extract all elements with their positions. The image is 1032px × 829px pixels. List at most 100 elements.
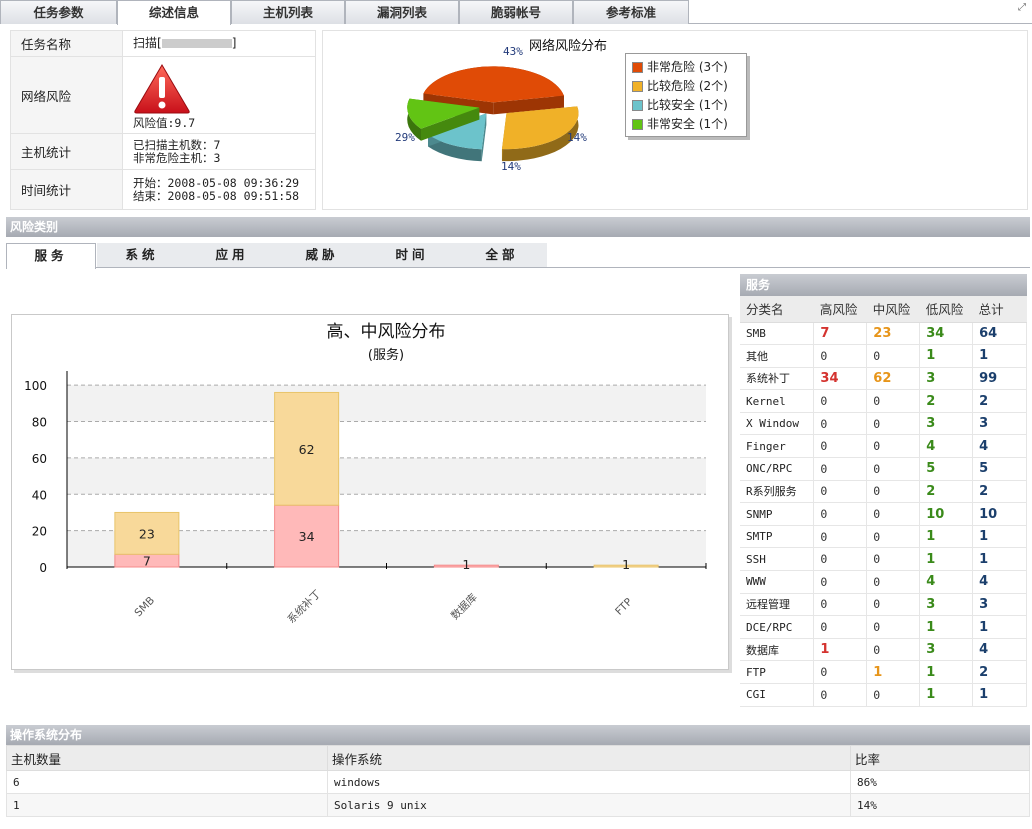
tab-task-params[interactable]: 任务参数 bbox=[0, 0, 117, 24]
high-count: 1 bbox=[813, 638, 868, 662]
service-row: Finger 0 0 4 4 bbox=[740, 434, 1027, 459]
service-name: CGI bbox=[740, 683, 815, 707]
legend-swatch bbox=[632, 119, 643, 130]
medium-count: 0 bbox=[866, 434, 921, 459]
tab-weak-accounts[interactable]: 脆弱帐号 bbox=[459, 0, 573, 24]
service-table-header: 分类名 高风险 中风险 低风险 总计 bbox=[740, 296, 1027, 323]
col-low: 低风险 bbox=[919, 296, 973, 323]
total-count: 2 bbox=[972, 389, 1027, 413]
high-count: 0 bbox=[813, 593, 868, 617]
os-distribution-header: 操作系统分布 bbox=[6, 725, 1030, 745]
subtab-all[interactable]: 全部 bbox=[457, 243, 547, 267]
subtab-threat[interactable]: 威胁 bbox=[277, 243, 367, 267]
low-count: 4 bbox=[919, 434, 974, 459]
low-count: 1 bbox=[919, 344, 974, 368]
high-count: 0 bbox=[813, 434, 868, 459]
medium-count: 0 bbox=[866, 389, 921, 413]
low-count: 3 bbox=[919, 412, 974, 436]
service-row: 数据库 1 0 3 4 bbox=[740, 638, 1027, 662]
low-count: 2 bbox=[919, 480, 974, 504]
service-name: ONC/RPC bbox=[740, 457, 815, 481]
high-count: 0 bbox=[813, 412, 868, 436]
subtab-system[interactable]: 系统 bbox=[97, 243, 187, 267]
y-tick-label: 20 bbox=[32, 525, 47, 539]
col-category: 分类名 bbox=[740, 296, 814, 323]
high-count: 0 bbox=[813, 615, 868, 639]
y-tick-label: 40 bbox=[32, 488, 47, 502]
legend-label: 非常危险 (3个) bbox=[647, 60, 728, 74]
service-name: 其他 bbox=[740, 344, 815, 368]
legend-label: 比较安全 (1个) bbox=[647, 98, 728, 112]
low-count: 2 bbox=[919, 389, 974, 413]
low-count: 5 bbox=[919, 457, 974, 481]
risk-sub-tabs: 服务 系统 应用 威胁 时间 全部 bbox=[6, 243, 1030, 269]
service-name: SMB bbox=[740, 322, 815, 346]
os-name: windows bbox=[327, 770, 851, 794]
expand-icon[interactable]: ⤢ bbox=[1018, 2, 1028, 14]
legend-swatch bbox=[632, 100, 643, 111]
service-name: SNMP bbox=[740, 502, 815, 526]
warning-icon bbox=[134, 63, 190, 113]
risk-bar-chart: 高、中风险分布 (服务) 0 20 40 60 80 100 7 23 SMB 34 62 系统补丁 1 数据… bbox=[24, 322, 707, 626]
high-count: 0 bbox=[813, 502, 868, 526]
service-name: Finger bbox=[740, 434, 815, 459]
high-count: 0 bbox=[813, 457, 868, 481]
bar-chart-title: 高、中风险分布 bbox=[327, 322, 446, 342]
high-count: 7 bbox=[813, 322, 868, 346]
time-end: 结束：2008-05-08 09:51:58 bbox=[133, 188, 300, 203]
col-host-count: 主机数量 bbox=[6, 745, 328, 771]
subtab-service[interactable]: 服务 bbox=[6, 243, 96, 269]
y-tick-label: 100 bbox=[24, 379, 47, 393]
legend-item: 非常安全 (1个) bbox=[632, 115, 740, 134]
task-name-prefix: 扫描[ bbox=[133, 36, 162, 50]
medium-count: 0 bbox=[866, 502, 921, 526]
high-count: 0 bbox=[813, 570, 868, 594]
redacted-mask bbox=[161, 39, 232, 48]
total-count: 4 bbox=[972, 570, 1027, 594]
high-count: 0 bbox=[813, 344, 868, 368]
tab-host-list[interactable]: 主机列表 bbox=[231, 0, 345, 24]
tab-vuln-list[interactable]: 漏洞列表 bbox=[345, 0, 459, 24]
y-tick-label: 0 bbox=[39, 561, 47, 575]
low-count: 4 bbox=[919, 570, 974, 594]
service-name: SSH bbox=[740, 547, 815, 572]
service-row: 远程管理 0 0 3 3 bbox=[740, 593, 1027, 617]
total-count: 2 bbox=[972, 480, 1027, 504]
col-high: 高风险 bbox=[813, 296, 867, 323]
x-category-label: FTP bbox=[613, 596, 635, 618]
risk-label: 网络风险 bbox=[10, 56, 123, 134]
x-category-label: 系统补丁 bbox=[285, 587, 324, 626]
pie-legend: 非常危险 (3个) 比较危险 (2个) 比较安全 (1个) 非常安全 (1个) bbox=[625, 53, 747, 137]
subtab-time[interactable]: 时间 bbox=[367, 243, 457, 267]
pie-value-label: 14% bbox=[501, 160, 521, 173]
medium-count: 62 bbox=[866, 367, 921, 391]
total-count: 2 bbox=[972, 660, 1027, 684]
os-name: Solaris 9 unix bbox=[327, 793, 851, 817]
service-row: SMB 7 23 34 64 bbox=[740, 322, 1027, 346]
x-category-label: SMB bbox=[132, 595, 157, 620]
service-row: FTP 0 1 1 2 bbox=[740, 660, 1027, 684]
subtab-application[interactable]: 应用 bbox=[187, 243, 277, 267]
hosts-scanned: 已扫描主机数：7 bbox=[133, 137, 221, 152]
task-name-value: 扫描[] bbox=[122, 30, 316, 57]
service-row: 系统补丁 34 62 3 99 bbox=[740, 367, 1027, 391]
bar-value-label: 1 bbox=[462, 557, 470, 572]
service-name: SMTP bbox=[740, 525, 815, 549]
tab-summary[interactable]: 综述信息 bbox=[117, 0, 231, 25]
time-stats-label: 时间统计 bbox=[10, 169, 123, 210]
low-count: 1 bbox=[919, 525, 974, 549]
legend-swatch bbox=[632, 81, 643, 92]
service-name: Kernel bbox=[740, 389, 815, 413]
time-stats-cell: 开始：2008-05-08 09:36:29 结束：2008-05-08 09:… bbox=[122, 169, 316, 210]
col-os: 操作系统 bbox=[327, 745, 851, 771]
total-count: 10 bbox=[972, 502, 1027, 526]
total-count: 99 bbox=[972, 367, 1027, 391]
low-count: 1 bbox=[919, 660, 974, 684]
os-table-header: 主机数量 操作系统 比率 bbox=[6, 745, 1030, 771]
tab-reference[interactable]: 参考标准 bbox=[573, 0, 689, 24]
legend-label: 比较危险 (2个) bbox=[647, 79, 728, 93]
low-count: 1 bbox=[919, 683, 974, 707]
high-count: 0 bbox=[813, 547, 868, 572]
host-stats-cell: 已扫描主机数：7 非常危险主机：3 bbox=[122, 133, 316, 170]
total-count: 4 bbox=[972, 434, 1027, 459]
